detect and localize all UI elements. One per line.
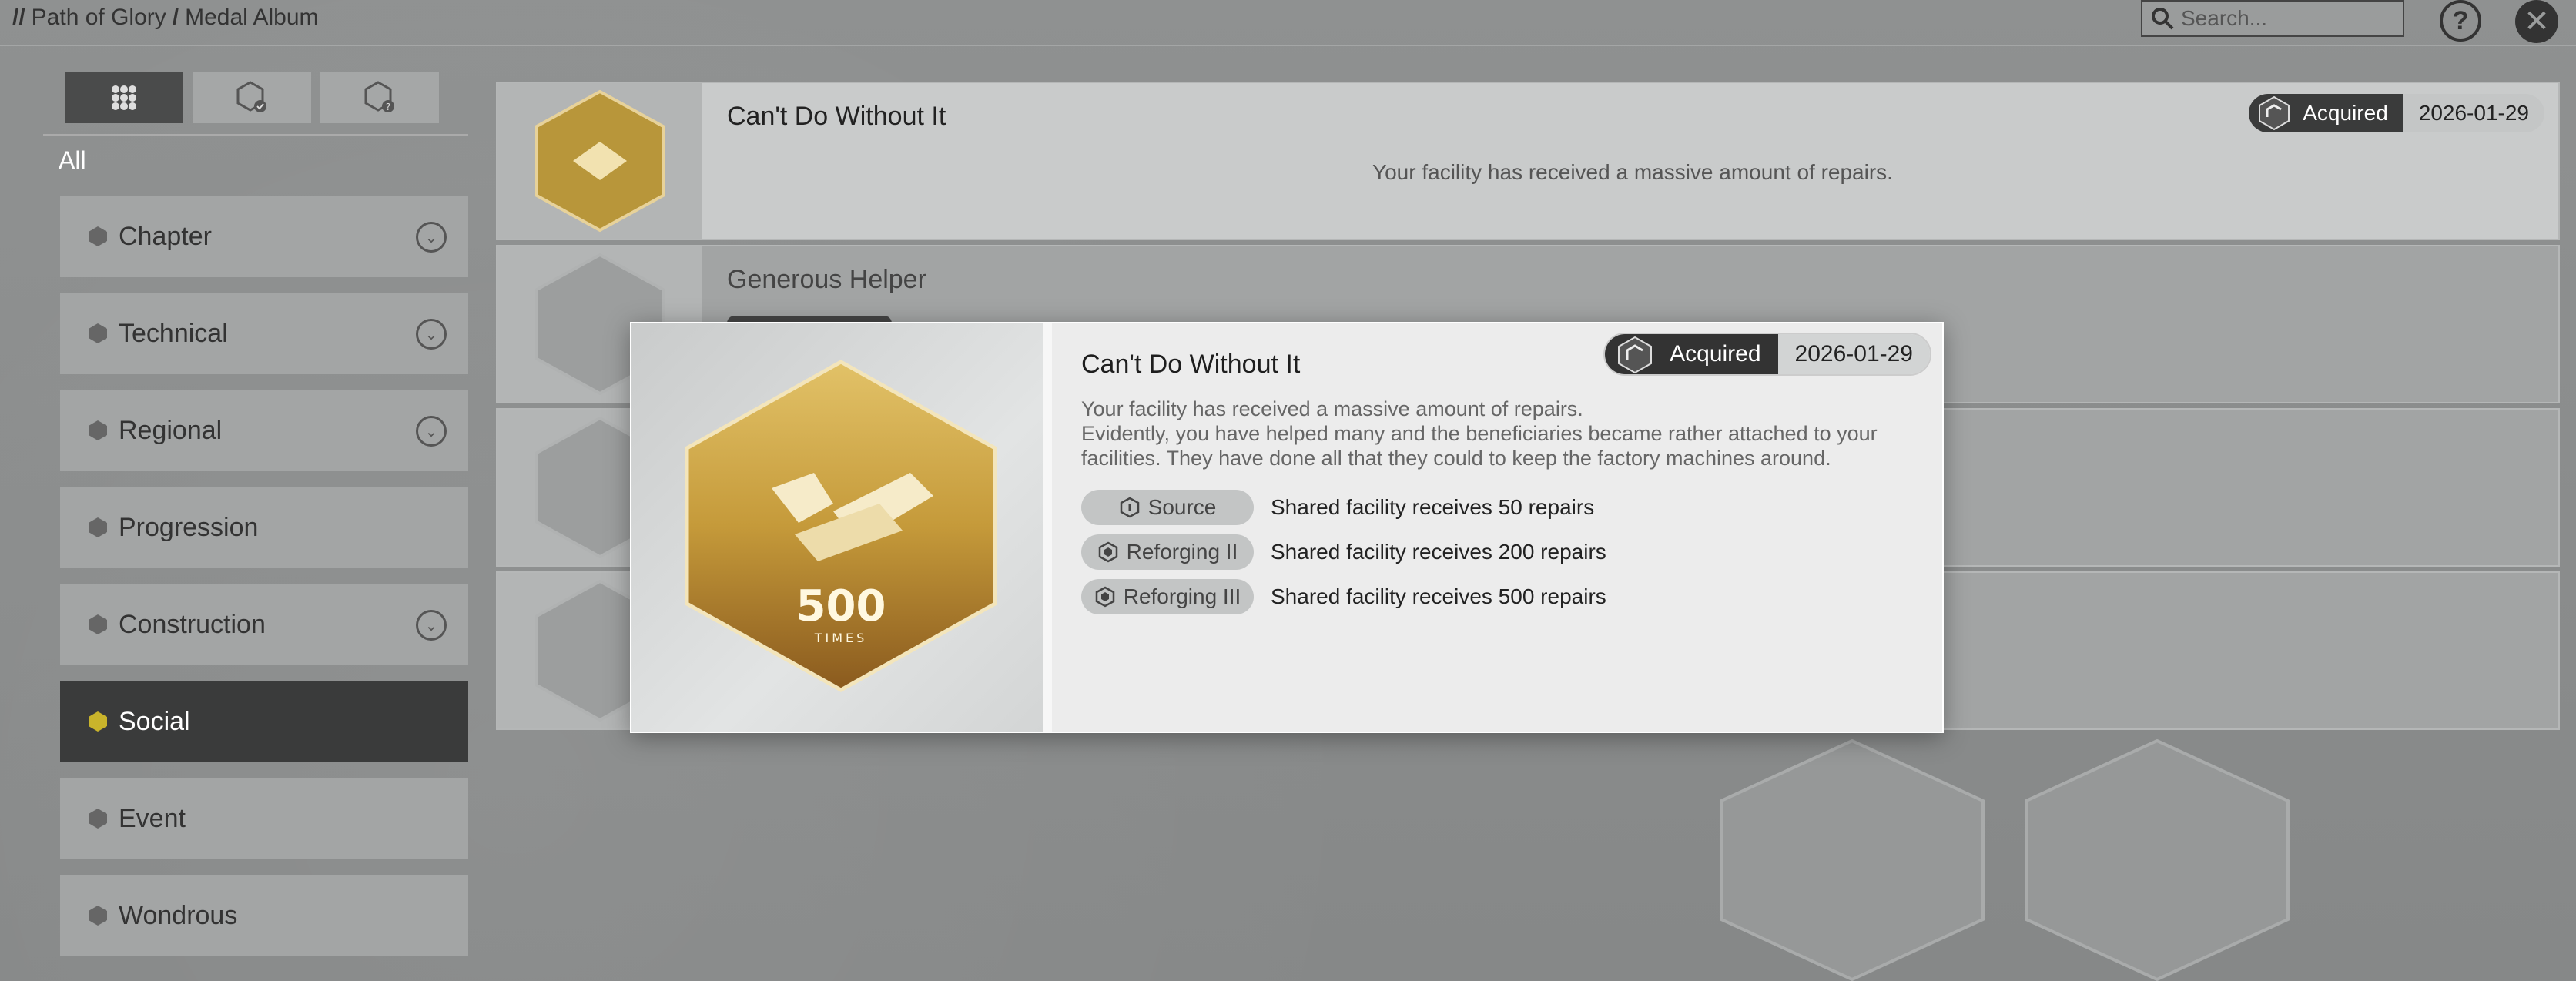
- top-bar: // Path of Glory / Medal Album ? ✕: [0, 0, 2576, 46]
- reforging-icon: [1095, 586, 1114, 608]
- chevron-down-icon[interactable]: ⌄: [416, 222, 447, 253]
- requirement-text: Shared facility receives 50 repairs: [1271, 495, 1595, 519]
- status-text: Acquired: [1670, 341, 1761, 367]
- medal-count: 500: [796, 581, 886, 631]
- chevron-down-icon[interactable]: ⌄: [416, 319, 447, 350]
- breadcrumb: // Path of Glory / Medal Album: [12, 5, 319, 31]
- requirement-text: Shared facility receives 200 repairs: [1271, 540, 1606, 564]
- acquired-date: 2026-01-29: [1777, 334, 1930, 374]
- modal-body: Can't Do Without It Your facility has re…: [1052, 323, 1942, 732]
- category-label: Social: [119, 706, 190, 736]
- category-chapter[interactable]: Chapter ⌄: [60, 196, 468, 277]
- all-label: All: [59, 146, 86, 174]
- reforging-icon: [1098, 541, 1117, 563]
- technical-icon: [89, 323, 107, 343]
- modal-description: Your facility has received a massive amo…: [1081, 397, 1928, 470]
- requirement-list: Source Shared facility receives 50 repai…: [1081, 487, 1942, 617]
- breadcrumb-current: Medal Album: [185, 5, 319, 30]
- help-button[interactable]: ?: [2440, 0, 2481, 42]
- medal-check-icon: [236, 81, 266, 112]
- category-social[interactable]: Social: [60, 681, 468, 762]
- requirement-tag-label: Reforging III: [1123, 584, 1241, 608]
- medal-row[interactable]: Can't Do Without It Your facility has re…: [496, 82, 2560, 240]
- acquired-icon: [2259, 95, 2290, 131]
- tab-view-acquired[interactable]: [193, 72, 311, 123]
- category-label: Construction: [119, 609, 266, 639]
- category-label: Event: [119, 803, 186, 833]
- medal-title: Generous Helper: [727, 265, 926, 294]
- requirement-item: Source Shared facility receives 50 repai…: [1081, 487, 1942, 527]
- category-event[interactable]: Event: [60, 778, 468, 859]
- medal-title: Can't Do Without It: [727, 102, 946, 131]
- requirement-tag-label: Source: [1147, 495, 1217, 519]
- status-badge: Acquired 2026-01-29: [1603, 333, 1931, 376]
- medal-placeholder-icon: [1720, 739, 1985, 981]
- medal-detail-modal: 500 TIMES Can't Do Without It Your facil…: [630, 322, 1944, 733]
- status-badge: Acquired 2026-01-29: [2249, 94, 2544, 132]
- search-box[interactable]: [2141, 0, 2404, 37]
- tab-view-all[interactable]: [65, 72, 183, 123]
- search-icon: [2152, 8, 2174, 30]
- close-icon: ✕: [2524, 5, 2550, 39]
- grid-icon: [112, 85, 136, 110]
- medal-gold-hex-icon: 500 TIMES: [685, 360, 997, 692]
- breadcrumb-separator-icon: /: [172, 5, 179, 30]
- svg-text:?: ?: [386, 102, 390, 112]
- medal-question-icon: ?: [364, 81, 394, 112]
- medal-gold-icon: [535, 89, 665, 233]
- breadcrumb-root[interactable]: Path of Glory: [32, 5, 166, 31]
- requirement-item: Reforging III Shared facility receives 5…: [1081, 577, 1942, 617]
- requirement-tag-label: Reforging II: [1126, 540, 1238, 564]
- breadcrumb-separator-icon: //: [12, 5, 25, 30]
- search-input[interactable]: [2181, 6, 2397, 31]
- medal-artwork: 500 TIMES: [631, 323, 1052, 732]
- regional-icon: [89, 420, 107, 440]
- wondrous-icon: [89, 906, 107, 926]
- medal-description: Your facility has received a massive amo…: [1372, 160, 1893, 184]
- status-label: Acquired: [1605, 334, 1778, 374]
- category-label: Wondrous: [119, 900, 238, 930]
- medal-thumbnail: [497, 83, 702, 239]
- description-line: Evidently, you have helped many and the …: [1081, 422, 1878, 470]
- chapter-icon: [89, 226, 107, 246]
- requirement-item: Reforging II Shared facility receives 20…: [1081, 532, 1942, 572]
- category-progression[interactable]: Progression: [60, 487, 468, 568]
- close-button[interactable]: ✕: [2515, 0, 2558, 43]
- source-icon: [1120, 497, 1139, 518]
- medal-placeholder-icon: [2025, 739, 2290, 981]
- sidebar-divider: [43, 134, 468, 136]
- acquired-icon: [1618, 336, 1653, 374]
- event-icon: [89, 809, 107, 829]
- category-construction[interactable]: Construction ⌄: [60, 584, 468, 665]
- category-list: Chapter ⌄ Technical ⌄ Regional ⌄ Progres…: [60, 196, 468, 972]
- category-technical[interactable]: Technical ⌄: [60, 293, 468, 374]
- view-tabs: ?: [65, 72, 439, 123]
- status-text: Acquired: [2303, 101, 2388, 125]
- category-label: Progression: [119, 512, 259, 542]
- question-icon: ?: [2452, 5, 2469, 35]
- social-icon: [89, 711, 107, 732]
- requirement-tag: Source: [1081, 490, 1254, 525]
- requirement-tag: Reforging III: [1081, 579, 1254, 614]
- category-label: Technical: [119, 318, 228, 348]
- category-regional[interactable]: Regional ⌄: [60, 390, 468, 471]
- requirement-tag: Reforging II: [1081, 534, 1254, 570]
- construction-icon: [89, 614, 107, 634]
- tab-view-locked[interactable]: ?: [320, 72, 439, 123]
- chevron-down-icon[interactable]: ⌄: [416, 610, 447, 641]
- category-label: Regional: [119, 415, 223, 445]
- requirement-text: Shared facility receives 500 repairs: [1271, 584, 1606, 608]
- category-label: Chapter: [119, 221, 212, 251]
- progression-icon: [89, 517, 107, 537]
- category-wondrous[interactable]: Wondrous: [60, 875, 468, 956]
- medal-unit: TIMES: [814, 631, 868, 645]
- chevron-down-icon[interactable]: ⌄: [416, 416, 447, 447]
- status-label: Acquired: [2249, 94, 2403, 132]
- description-line: Your facility has received a massive amo…: [1081, 397, 1583, 420]
- acquired-date: 2026-01-29: [2403, 94, 2544, 132]
